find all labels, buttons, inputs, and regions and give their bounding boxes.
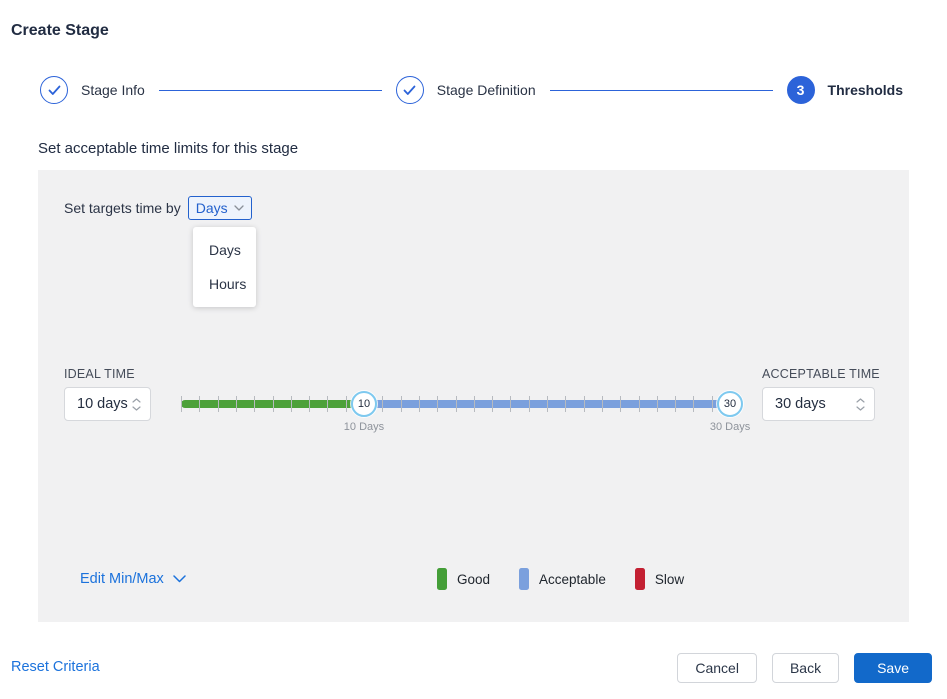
slider-tick <box>638 396 640 412</box>
slider-tick <box>400 396 402 412</box>
slider-tick <box>272 396 274 412</box>
unit-dropdown-menu: Days Hours <box>193 227 256 307</box>
acceptable-color-swatch <box>519 568 530 590</box>
step-stage-info[interactable]: Stage Info <box>40 76 145 104</box>
step-number-circle: 3 <box>786 76 815 104</box>
slider-handle-ideal-label: 10 Days <box>343 421 385 433</box>
edit-minmax-link[interactable]: Edit Min/Max <box>80 571 186 587</box>
target-time-row: Set targets time by Days <box>64 196 252 220</box>
slider-tick <box>583 396 585 412</box>
slider-tick <box>656 396 658 412</box>
slider-tick <box>547 396 548 412</box>
slider-tick <box>345 396 347 412</box>
reset-criteria-link[interactable]: Reset Criteria <box>11 659 100 675</box>
slider-tick <box>620 396 622 412</box>
slider-handle-acceptable-label: 30 Days <box>709 421 751 433</box>
back-button[interactable]: Back <box>771 653 840 683</box>
check-icon <box>48 85 60 95</box>
slider-handle-acceptable[interactable]: 30 <box>717 391 744 417</box>
good-color-swatch <box>437 568 447 590</box>
slider-tick <box>382 396 384 412</box>
slider-tick <box>675 396 677 412</box>
save-button[interactable]: Save <box>854 653 932 683</box>
chevron-down-icon <box>132 405 141 411</box>
stepper-connector <box>158 89 382 91</box>
ideal-time-label: IDEAL TIME <box>64 367 135 381</box>
slider-tick <box>601 396 603 412</box>
slider-tick <box>693 396 695 412</box>
slider-tick <box>565 396 567 412</box>
slider-tick <box>309 396 311 412</box>
slider-tick <box>235 396 237 412</box>
page-title: Create Stage <box>11 22 109 39</box>
dropdown-option-days[interactable]: Days <box>193 233 256 267</box>
unit-dropdown[interactable]: Days <box>187 196 252 220</box>
ideal-time-stepper[interactable] <box>132 397 150 411</box>
slider-tick <box>528 396 530 412</box>
legend-item-good: Good <box>437 568 490 590</box>
footer-buttons: Cancel Back Save <box>677 653 932 683</box>
step-label: Thresholds <box>827 82 904 98</box>
acceptable-time-label: ACCEPTABLE TIME <box>762 367 880 381</box>
legend-item-acceptable: Acceptable <box>519 568 606 590</box>
slider-tick <box>510 396 512 412</box>
chevron-down-icon <box>233 205 244 211</box>
slider-tick <box>327 396 329 412</box>
ideal-time-value: 10 days <box>77 396 128 412</box>
slider-tick <box>492 396 494 412</box>
create-stage-page: Create Stage Stage Info Stage Definition… <box>0 0 947 699</box>
slider-tick <box>181 396 182 412</box>
slider-tick <box>437 396 439 412</box>
slider-tick <box>254 396 256 412</box>
legend-label: Good <box>457 571 491 587</box>
check-icon <box>403 85 416 95</box>
ideal-time-input[interactable]: 10 days <box>64 387 151 421</box>
step-stage-definition[interactable]: Stage Definition <box>395 76 536 104</box>
thresholds-panel: Set targets time by Days Days Hours IDEA… <box>38 170 909 622</box>
dropdown-option-hours[interactable]: Hours <box>193 267 256 301</box>
chevron-up-icon <box>132 397 141 403</box>
legend-item-slow: Slow <box>634 568 685 590</box>
step-complete-circle <box>40 76 68 104</box>
slider-tick <box>473 396 475 412</box>
legend-label: Acceptable <box>539 571 606 587</box>
unit-dropdown-value: Days <box>195 200 228 216</box>
threshold-legend: Good Acceptable Slow <box>437 568 684 590</box>
target-time-label: Set targets time by <box>64 200 181 216</box>
acceptable-time-input[interactable]: 30 days <box>762 387 875 421</box>
slider-handle-ideal[interactable]: 10 <box>350 391 377 417</box>
slider-tick <box>199 396 201 412</box>
step-label: Stage Definition <box>436 82 536 98</box>
edit-minmax-label: Edit Min/Max <box>80 571 164 587</box>
chevron-down-icon <box>856 405 865 411</box>
acceptable-time-value: 30 days <box>775 396 826 412</box>
cancel-button[interactable]: Cancel <box>677 653 757 683</box>
slider-tick <box>711 396 713 412</box>
stepper-connector <box>549 89 773 91</box>
step-complete-circle <box>395 76 424 104</box>
slider-tick <box>418 396 420 412</box>
slow-color-swatch <box>634 568 645 590</box>
slider-tick <box>455 396 457 412</box>
section-heading: Set acceptable time limits for this stag… <box>38 140 299 157</box>
step-label: Stage Info <box>81 82 145 98</box>
chevron-up-icon <box>856 397 865 403</box>
chevron-down-icon <box>173 575 186 583</box>
threshold-slider: 10 30 10 Days 30 Days <box>181 390 750 433</box>
acceptable-time-stepper[interactable] <box>856 397 874 411</box>
legend-label: Slow <box>654 571 685 587</box>
stepper: Stage Info Stage Definition 3 Thresholds <box>40 76 903 104</box>
step-thresholds[interactable]: 3 Thresholds <box>786 76 904 104</box>
slider-tick <box>290 396 292 412</box>
slider-tick <box>217 396 219 412</box>
